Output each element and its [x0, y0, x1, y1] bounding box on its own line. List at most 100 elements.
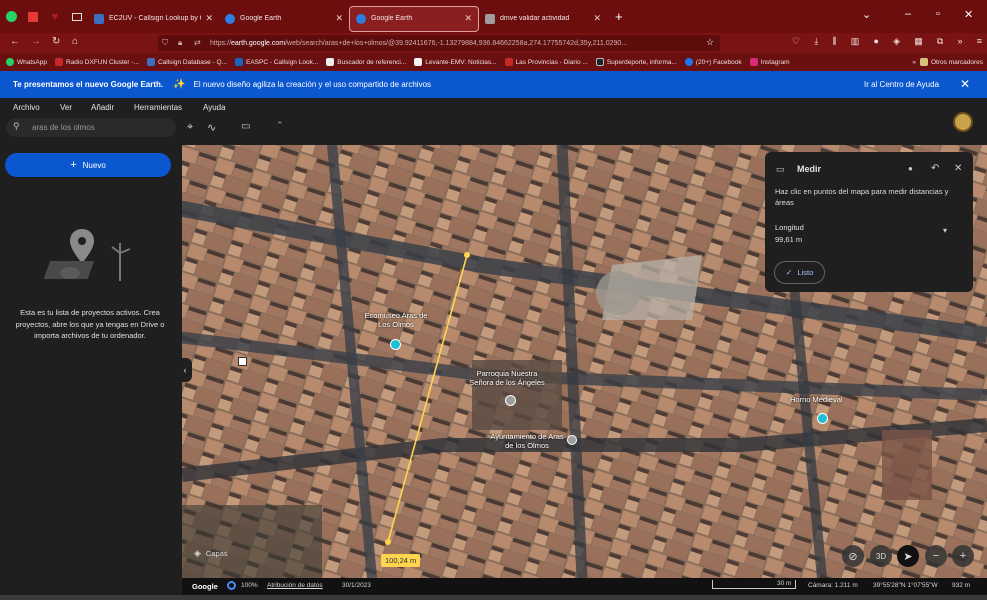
- bookmark-levante[interactable]: Levante-EMV: Noticias...: [414, 58, 497, 66]
- compass-icon[interactable]: ➤: [897, 545, 919, 567]
- app-icon: [28, 11, 38, 22]
- map-label-ecomuseo[interactable]: Ecomuseo Aras de Los Olmos: [363, 311, 429, 329]
- coordinates: 39°55'28"N 1°07'55"W: [873, 582, 938, 589]
- banner-close-icon[interactable]: ✕: [960, 77, 970, 91]
- help-center-link[interactable]: Ir al Centro de Ayuda: [864, 80, 939, 89]
- pinned-tab-mail[interactable]: [66, 0, 88, 33]
- street-view-icon[interactable]: ⊘: [842, 545, 864, 567]
- tab-google-earth-1[interactable]: Google Earth ✕: [219, 6, 349, 32]
- map-label-parroquia[interactable]: Parroquia Nuestra Señora de los Ángeles: [467, 369, 547, 387]
- sidebar-icon[interactable]: ▥: [851, 36, 860, 50]
- bookmark-radio-dxfun[interactable]: Radio DXFUN Cluster -...: [55, 58, 139, 66]
- hamburger-menu-icon[interactable]: ≡: [977, 36, 982, 50]
- tab-list-chevron-icon[interactable]: ⌄: [862, 8, 871, 21]
- bookmark-facebook[interactable]: (20+) Facebook: [684, 58, 742, 66]
- banner-text: El nuevo diseño agiliza la creación y el…: [193, 80, 432, 89]
- back-icon[interactable]: ←: [10, 36, 20, 47]
- townhall-pin-icon[interactable]: [567, 435, 577, 445]
- bookmark-label: WhatsApp: [17, 58, 47, 66]
- unit-dropdown-chevron-icon[interactable]: ▾: [943, 226, 947, 235]
- bookmark-label: Buscador de referenci...: [337, 58, 407, 66]
- bookmark-superdeporte[interactable]: Superdeporte, informa...: [595, 58, 677, 66]
- other-bookmarks[interactable]: Otros marcadores: [919, 58, 983, 66]
- bookmark-easpc[interactable]: EASPC - Callsign Look...: [234, 58, 318, 66]
- chevron-up-icon[interactable]: ⌃: [276, 120, 284, 131]
- toggle-3d-button[interactable]: 3D: [870, 545, 892, 567]
- menu-anadir[interactable]: Añadir: [91, 103, 114, 112]
- ruler-icon[interactable]: ▭: [241, 121, 250, 132]
- menu-archivo[interactable]: Archivo: [13, 103, 40, 112]
- church-pin-icon[interactable]: [505, 395, 516, 406]
- close-icon[interactable]: ✕: [954, 163, 962, 174]
- tab-title: Google Earth: [371, 15, 413, 22]
- home-icon[interactable]: ⌂: [72, 36, 78, 47]
- tab-google-earth-active[interactable]: Google Earth ✕: [349, 5, 479, 32]
- pocket-icon[interactable]: ♡: [792, 36, 800, 50]
- lock-icon: 🔒︎: [178, 38, 183, 47]
- new-tab-icon[interactable]: +: [615, 9, 623, 24]
- map-label-ayuntamiento[interactable]: Ayuntamiento de Aras de los Olmos: [487, 432, 567, 450]
- close-tab-icon[interactable]: ✕: [464, 13, 472, 24]
- zoom-out-icon[interactable]: −: [925, 545, 947, 567]
- address-bar[interactable]: ⛉ 🔒︎ ⇄ https://earth.google.com/web/sear…: [158, 35, 720, 51]
- close-tab-icon[interactable]: ✕: [335, 13, 343, 24]
- map-label-horno[interactable]: Horno Medieval: [790, 395, 843, 404]
- maximize-icon[interactable]: ▫: [936, 8, 940, 20]
- menu-ayuda[interactable]: Ayuda: [203, 103, 226, 112]
- data-attribution-link[interactable]: Atribución de datos: [267, 582, 323, 589]
- empty-projects-text: Esta es tu lista de proyectos activos. C…: [15, 308, 165, 340]
- minimize-icon[interactable]: –: [905, 8, 911, 20]
- pinned-tab-whatsapp[interactable]: [0, 0, 22, 33]
- path-icon[interactable]: ∿: [207, 121, 216, 134]
- user-avatar[interactable]: [953, 112, 973, 132]
- grid-icon[interactable]: ▦: [914, 36, 923, 50]
- bookmark-buscador[interactable]: Buscador de referenci...: [326, 58, 406, 66]
- site-icon: [326, 58, 335, 66]
- url-prefix: https://: [210, 39, 232, 47]
- whatsapp-icon: [5, 11, 17, 22]
- google-logo: Google: [192, 582, 218, 591]
- reload-icon[interactable]: ↻: [52, 36, 60, 47]
- collapse-panel-chevron-icon[interactable]: ‹: [182, 358, 192, 382]
- library-icon[interactable]: ⫼: [832, 36, 836, 50]
- museum-pin-icon[interactable]: [390, 339, 401, 350]
- bookmark-callsign-db[interactable]: Callsign Database - Q...: [146, 58, 227, 66]
- extension-icon[interactable]: ◈: [893, 36, 900, 50]
- pinned-tab-heart[interactable]: ♥: [44, 0, 66, 33]
- point-marker-icon[interactable]: [238, 357, 247, 366]
- ruler-icon: ▭: [776, 164, 785, 174]
- placemark-icon[interactable]: ⌖: [187, 121, 193, 134]
- tab-dmve[interactable]: dmve validar actividad ✕: [479, 6, 607, 32]
- bookmark-instagram[interactable]: Instagram: [749, 58, 790, 66]
- tab-title: Google Earth: [240, 15, 282, 22]
- layers-button[interactable]: ◈ Capas: [194, 548, 228, 559]
- undo-icon[interactable]: ↶: [931, 163, 939, 174]
- chevron-right-icon[interactable]: »: [912, 59, 916, 66]
- done-button[interactable]: ✓ Listo: [774, 261, 825, 284]
- menu-herramientas[interactable]: Herramientas: [134, 103, 182, 112]
- download-icon[interactable]: ⤓: [814, 36, 818, 50]
- tab-callsign-lookup[interactable]: EC2UV - Callsign Lookup by QR ✕: [88, 6, 219, 32]
- new-project-button[interactable]: + Nuevo: [5, 153, 171, 177]
- zoom-in-icon[interactable]: +: [952, 545, 974, 567]
- puzzle-icon[interactable]: ⧉: [937, 36, 943, 50]
- help-icon[interactable]: ●: [908, 164, 913, 173]
- forward-icon[interactable]: →: [31, 36, 41, 47]
- menu-ver[interactable]: Ver: [60, 103, 72, 112]
- close-tab-icon[interactable]: ✕: [205, 13, 213, 24]
- bookmark-las-provincias[interactable]: Las Provincias - Diario ...: [504, 58, 588, 66]
- layers-label: Capas: [205, 549, 228, 558]
- measure-instruction: Haz clic en puntos del mapa para medir d…: [775, 187, 949, 207]
- close-tab-icon[interactable]: ✕: [593, 13, 601, 24]
- search-box[interactable]: ⚲ aras de los olmos: [6, 118, 176, 137]
- permissions-icon: ⇄: [194, 38, 201, 47]
- pinned-tab-app[interactable]: [22, 0, 44, 33]
- overflow-icon[interactable]: »: [958, 36, 963, 50]
- bakery-pin-icon[interactable]: [817, 413, 828, 424]
- window-close-icon[interactable]: ✕: [964, 8, 973, 21]
- search-input[interactable]: aras de los olmos: [32, 123, 95, 132]
- bookmark-whatsapp[interactable]: WhatsApp: [6, 58, 47, 66]
- tab-title: dmve validar actividad: [500, 15, 570, 22]
- bookmark-star-icon[interactable]: ☆: [706, 37, 714, 48]
- info-icon[interactable]: ●: [873, 36, 878, 50]
